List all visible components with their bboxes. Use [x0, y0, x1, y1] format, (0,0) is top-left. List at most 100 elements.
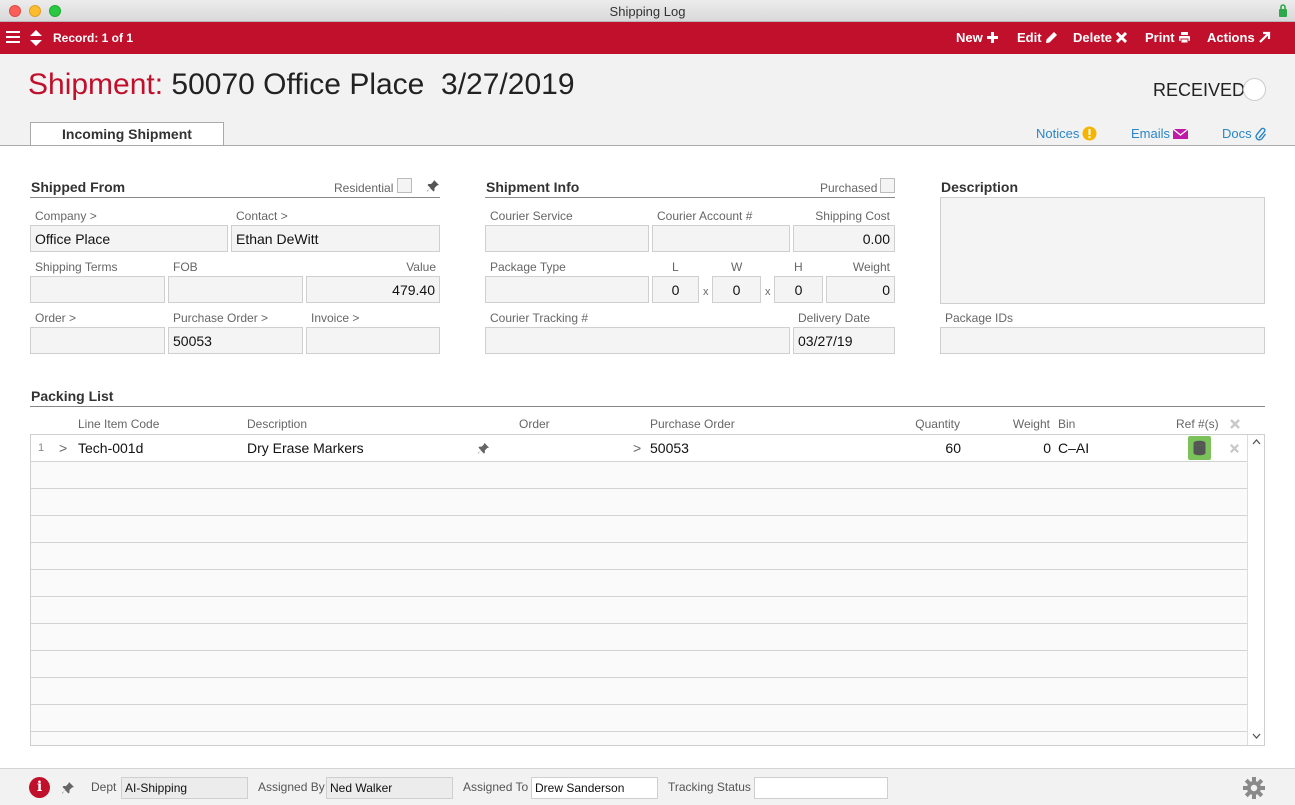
col-line-item-code[interactable]: Line Item Code: [78, 417, 159, 431]
packing-list-table: 1 > Tech-001d Dry Erase Markers > 50053 …: [30, 434, 1265, 746]
assigned-by-field[interactable]: Ned Walker: [326, 777, 453, 799]
line-item-code-cell[interactable]: Tech-001d: [78, 440, 143, 456]
assigned-to-field[interactable]: Drew Sanderson: [531, 777, 658, 799]
table-row[interactable]: [31, 597, 1248, 624]
purchase-order-label[interactable]: Purchase Order >: [173, 311, 268, 325]
description-title: Description: [941, 179, 1019, 195]
width-field[interactable]: 0: [712, 276, 761, 303]
shipping-cost-label: Shipping Cost: [815, 209, 890, 223]
fob-field[interactable]: [168, 276, 303, 303]
clear-column-icon[interactable]: [1229, 418, 1241, 430]
table-row[interactable]: [31, 516, 1248, 543]
table-row[interactable]: [31, 651, 1248, 678]
received-toggle[interactable]: [1243, 78, 1266, 101]
pin-icon[interactable]: [477, 442, 490, 455]
table-row[interactable]: [31, 678, 1248, 705]
emails-link[interactable]: Emails: [1131, 126, 1189, 141]
chevron-down-icon[interactable]: [1252, 733, 1261, 739]
chevron-up-icon[interactable]: [1252, 439, 1261, 445]
table-scrollbar[interactable]: [1247, 435, 1264, 745]
record-form: Shipped From Residential Company > Offic…: [0, 146, 1295, 768]
shipping-cost-field[interactable]: 0.00: [793, 225, 895, 252]
edit-button[interactable]: Edit: [1017, 30, 1058, 45]
status-label: RECEIVED: [1153, 80, 1246, 100]
window-titlebar: Shipping Log: [0, 0, 1295, 22]
purchase-order-cell[interactable]: 50053: [650, 440, 689, 456]
table-row[interactable]: [31, 705, 1248, 732]
contact-label[interactable]: Contact >: [236, 209, 288, 223]
ref-numbers-button[interactable]: [1188, 436, 1211, 460]
dept-field[interactable]: AI-Shipping: [121, 777, 248, 799]
order-label[interactable]: Order >: [35, 311, 76, 325]
col-quantity[interactable]: Quantity: [900, 417, 960, 431]
shipping-terms-field[interactable]: [30, 276, 165, 303]
table-row[interactable]: [31, 624, 1248, 651]
quantity-cell[interactable]: 60: [911, 440, 961, 456]
invoice-field[interactable]: [306, 327, 440, 354]
package-type-field[interactable]: [485, 276, 649, 303]
table-row[interactable]: 1 > Tech-001d Dry Erase Markers > 50053 …: [31, 435, 1248, 462]
notices-link[interactable]: Notices: [1036, 126, 1097, 141]
po-open-arrow[interactable]: >: [633, 440, 641, 456]
table-row[interactable]: [31, 462, 1248, 489]
description-textarea[interactable]: [940, 197, 1265, 304]
page-title-value: 50070 Office Place 3/27/2019: [171, 68, 575, 101]
paperclip-icon: [1255, 127, 1266, 141]
contact-field[interactable]: Ethan DeWitt: [231, 225, 440, 252]
col-order[interactable]: Order: [519, 417, 550, 431]
col-bin[interactable]: Bin: [1058, 417, 1075, 431]
row-open-arrow[interactable]: >: [59, 440, 67, 456]
company-label[interactable]: Company >: [35, 209, 97, 223]
courier-tracking-field[interactable]: [485, 327, 790, 354]
value-field[interactable]: 479.40: [306, 276, 440, 303]
arrow-out-icon: [1258, 31, 1270, 43]
purchased-checkbox[interactable]: [880, 178, 895, 193]
order-field[interactable]: [30, 327, 165, 354]
tracking-status-label: Tracking Status: [668, 780, 751, 794]
x-icon: [1115, 31, 1128, 44]
invoice-label[interactable]: Invoice >: [311, 311, 359, 325]
col-weight[interactable]: Weight: [990, 417, 1050, 431]
table-row[interactable]: [31, 570, 1248, 597]
pin-icon[interactable]: [61, 781, 75, 795]
package-ids-field[interactable]: [940, 327, 1265, 354]
actions-button[interactable]: Actions: [1207, 30, 1271, 45]
docs-link[interactable]: Docs: [1222, 126, 1267, 141]
delete-row-icon[interactable]: [1229, 443, 1240, 454]
weight-field[interactable]: 0: [826, 276, 895, 303]
col-purchase-order[interactable]: Purchase Order: [650, 417, 735, 431]
purchased-label: Purchased: [820, 181, 878, 195]
pin-icon[interactable]: [426, 179, 440, 193]
weight-cell[interactable]: 0: [1001, 440, 1051, 456]
residential-checkbox[interactable]: [397, 178, 412, 193]
assigned-by-label: Assigned By: [258, 780, 325, 794]
purchase-order-field[interactable]: 50053: [168, 327, 303, 354]
company-field[interactable]: Office Place: [30, 225, 228, 252]
tab-incoming-shipment[interactable]: Incoming Shipment: [30, 122, 224, 146]
description-cell[interactable]: Dry Erase Markers: [247, 440, 364, 456]
menu-icon[interactable]: [6, 31, 20, 44]
col-description[interactable]: Description: [247, 417, 307, 431]
table-row[interactable]: [31, 489, 1248, 516]
dept-label: Dept: [91, 780, 117, 794]
record-header: Shipment: 50070 Office Place 3/27/2019 R…: [0, 54, 1295, 146]
delivery-date-field[interactable]: 03/27/19: [793, 327, 895, 354]
table-row[interactable]: [31, 543, 1248, 570]
print-button[interactable]: Print: [1145, 30, 1191, 45]
page-title-label: Shipment:: [28, 68, 164, 101]
new-button[interactable]: New: [956, 30, 999, 45]
gear-icon[interactable]: [1242, 776, 1266, 800]
info-icon[interactable]: i: [29, 777, 50, 798]
courier-account-field[interactable]: [652, 225, 790, 252]
delete-button[interactable]: Delete: [1073, 30, 1128, 45]
pencil-icon: [1045, 32, 1057, 43]
tracking-status-field[interactable]: [754, 777, 888, 799]
delivery-date-label: Delivery Date: [798, 311, 871, 325]
courier-account-label: Courier Account #: [657, 209, 753, 223]
record-navigate-icon[interactable]: [29, 29, 43, 47]
col-refs[interactable]: Ref #(s): [1176, 417, 1219, 431]
courier-service-field[interactable]: [485, 225, 649, 252]
bin-cell[interactable]: C–AI: [1058, 440, 1089, 456]
length-field[interactable]: 0: [652, 276, 699, 303]
height-field[interactable]: 0: [774, 276, 823, 303]
